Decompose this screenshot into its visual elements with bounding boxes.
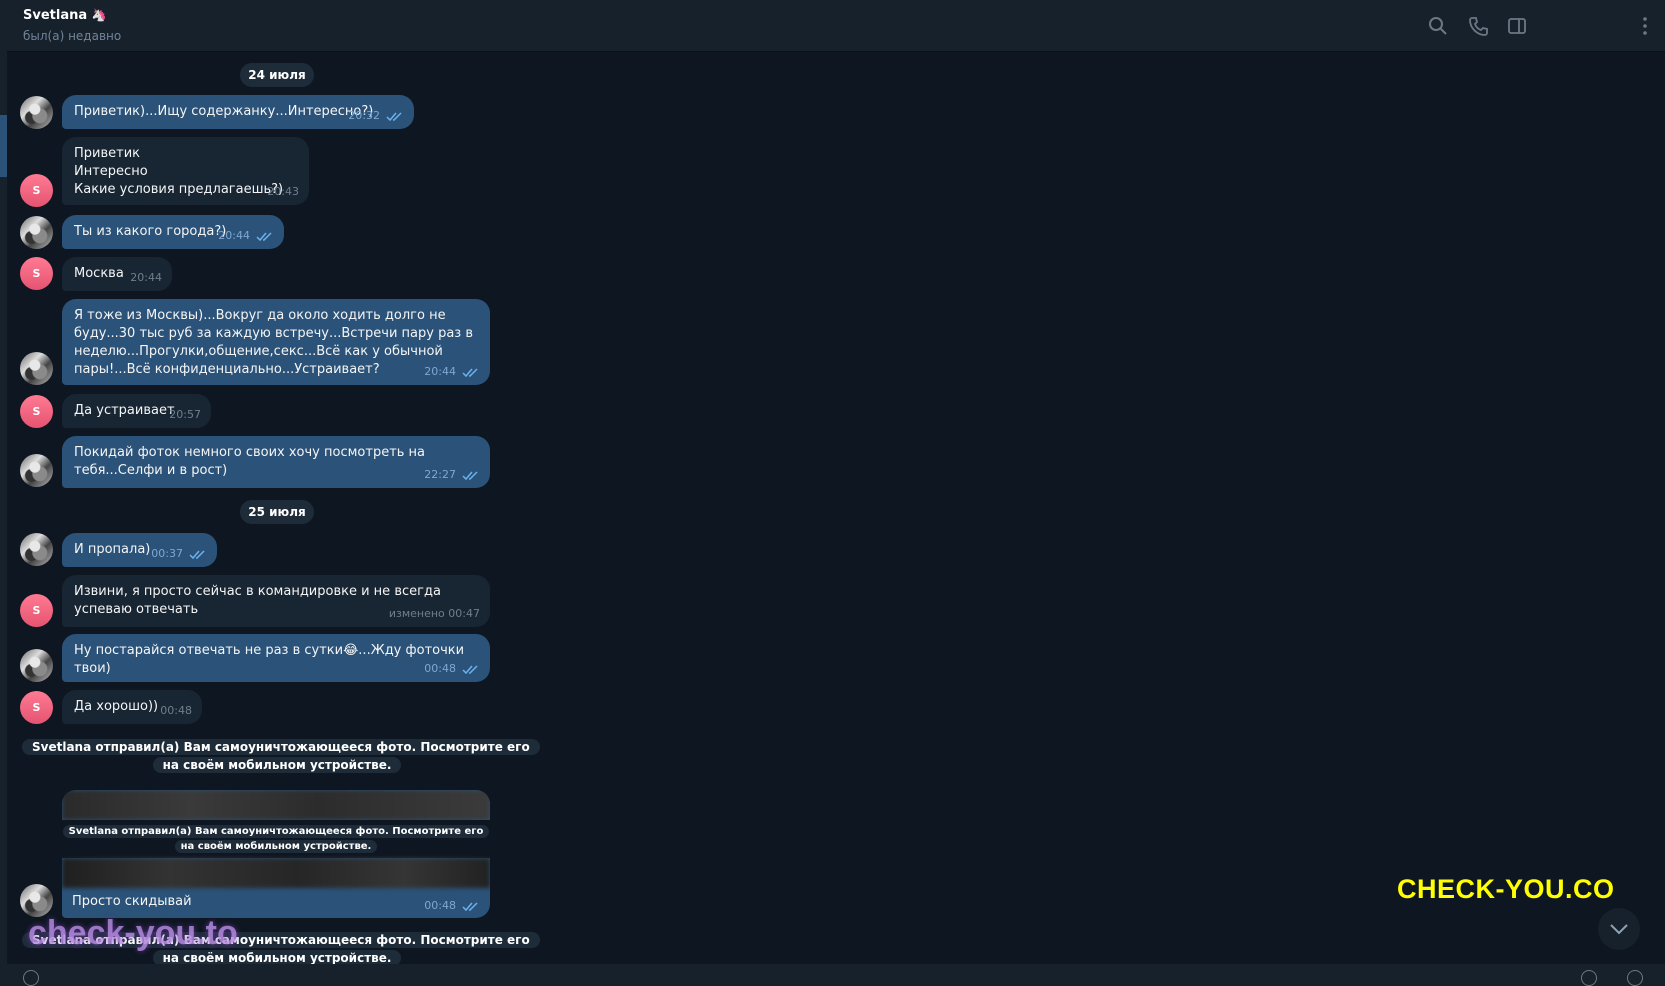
avatar[interactable]: S bbox=[20, 691, 53, 724]
message-time: 20:44 bbox=[130, 271, 162, 284]
avatar[interactable] bbox=[20, 533, 53, 566]
message-time: 20:44 bbox=[424, 365, 456, 378]
avatar[interactable] bbox=[20, 96, 53, 129]
watermark-bottom: check-you.to bbox=[28, 914, 238, 952]
left-panel-strip bbox=[0, 0, 7, 986]
message-bubble[interactable]: Извини, я просто сейчас в командировке и… bbox=[62, 575, 490, 627]
message-time: 22:27 bbox=[424, 468, 456, 481]
emoji-icon[interactable] bbox=[1581, 970, 1597, 986]
date-separator: 24 июля bbox=[240, 63, 314, 87]
more-icon[interactable] bbox=[1635, 16, 1655, 36]
double-check-icon bbox=[189, 548, 207, 560]
double-check-icon bbox=[386, 110, 404, 122]
active-chat-marker bbox=[0, 115, 7, 177]
message-bubble[interactable]: Приветик Интересно Какие условия предлаг… bbox=[62, 137, 309, 205]
quoted-service-message: Svetlana отправил(а) Вам самоуничтожающе… bbox=[62, 824, 490, 854]
message-time: 00:48 bbox=[424, 899, 456, 912]
avatar[interactable] bbox=[20, 216, 53, 249]
avatar[interactable]: S bbox=[20, 174, 53, 207]
double-check-icon bbox=[256, 230, 274, 242]
message-input-bar bbox=[7, 964, 1665, 986]
double-check-icon bbox=[462, 469, 480, 481]
message-time: 00:37 bbox=[151, 547, 183, 560]
contact-name[interactable]: Svetlana 🦄 bbox=[23, 8, 107, 23]
message-bubble[interactable]: Покидай фоток немного своих хочу посмотр… bbox=[62, 436, 490, 488]
message-bubble-with-preview[interactable]: Svetlana отправил(а) Вам самоуничтожающе… bbox=[62, 790, 490, 918]
scroll-down-button[interactable] bbox=[1598, 908, 1640, 950]
sidebar-toggle-icon[interactable] bbox=[1507, 16, 1527, 36]
message-bubble[interactable]: Да хорошо)) 00:48 bbox=[62, 690, 202, 724]
avatar[interactable]: S bbox=[20, 257, 53, 290]
contact-status: был(а) недавно bbox=[23, 29, 122, 43]
message-time: 20:43 bbox=[267, 185, 299, 198]
service-message: Svetlana отправил(а) Вам самоуничтожающе… bbox=[22, 738, 540, 774]
message-time: 20:57 bbox=[169, 408, 201, 421]
avatar[interactable] bbox=[20, 454, 53, 487]
message-text: Покидай фоток немного своих хочу посмотр… bbox=[74, 445, 426, 478]
message-time: 20:44 bbox=[218, 229, 250, 242]
chat-header: Svetlana 🦄 был(а) недавно bbox=[7, 0, 1665, 52]
message-bubble[interactable]: Ты из какого города?) 20:44 bbox=[62, 215, 284, 249]
message-time: 00:48 bbox=[160, 704, 192, 717]
avatar[interactable] bbox=[20, 649, 53, 682]
avatar[interactable]: S bbox=[20, 395, 53, 428]
avatar[interactable]: S bbox=[20, 594, 53, 627]
message-bubble[interactable]: Москва 20:44 bbox=[62, 257, 172, 291]
message-bubble[interactable]: Ну постарайся отвечать не раз в сутки😂..… bbox=[62, 634, 490, 682]
message-text: Я тоже из Москвы)...Вокруг да около ходи… bbox=[74, 308, 473, 377]
chevron-down-icon bbox=[1610, 924, 1628, 935]
mic-icon[interactable] bbox=[1627, 970, 1643, 986]
message-bubble[interactable]: Я тоже из Москвы)...Вокруг да около ходи… bbox=[62, 299, 490, 385]
message-bubble[interactable]: И пропала) 00:37 bbox=[62, 533, 217, 567]
message-bubble[interactable]: Приветик)...Ищу содержанку...Интересно?)… bbox=[62, 95, 414, 129]
message-time: изменено 00:47 bbox=[388, 607, 480, 620]
avatar[interactable] bbox=[20, 884, 53, 917]
message-bubble[interactable]: Да устраивает 20:57 bbox=[62, 394, 211, 428]
message-text: Приветик Интересно Какие условия предлаг… bbox=[74, 146, 284, 197]
message-time: 20:32 bbox=[348, 109, 380, 122]
date-separator: 25 июля bbox=[240, 500, 314, 524]
message-text: Ну постарайся отвечать не раз в сутки😂..… bbox=[74, 643, 465, 676]
attach-icon[interactable] bbox=[23, 970, 39, 986]
search-icon[interactable] bbox=[1428, 16, 1448, 36]
blurred-photo-preview bbox=[62, 790, 490, 820]
avatar[interactable] bbox=[20, 352, 53, 385]
phone-icon[interactable] bbox=[1468, 16, 1488, 36]
double-check-icon bbox=[462, 663, 480, 675]
watermark-top: CHECK-YOU.CO bbox=[1397, 874, 1615, 904]
double-check-icon bbox=[462, 900, 480, 912]
blurred-photo-preview bbox=[62, 858, 490, 888]
message-time: 00:48 bbox=[424, 662, 456, 675]
message-text: Просто скидывай bbox=[72, 894, 192, 909]
double-check-icon bbox=[462, 366, 480, 378]
